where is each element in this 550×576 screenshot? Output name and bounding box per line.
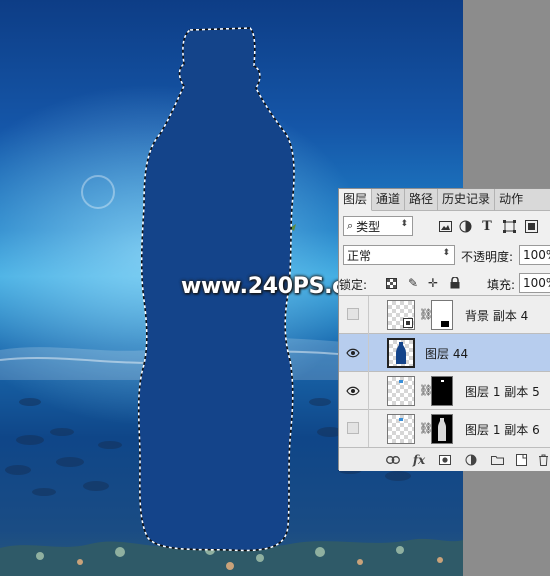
visibility-divider [368, 334, 369, 372]
thumbnail-detail [399, 380, 403, 383]
filter-kind-label: 类型 [356, 219, 381, 234]
chevron-updown-icon: ⬍ [442, 248, 450, 258]
opacity-input[interactable]: 100% [519, 245, 550, 265]
delete-icon[interactable] [535, 452, 550, 468]
group-icon[interactable] [489, 452, 505, 468]
layer-filter-row: ⌕ 类型 ⬍ T [339, 216, 550, 238]
eye-icon[interactable] [345, 383, 361, 399]
lock-position-icon[interactable]: ✛ [425, 275, 441, 291]
fx-icon[interactable]: fx [411, 452, 427, 468]
lock-label: 锁定: [339, 278, 368, 292]
visibility-divider [368, 296, 369, 334]
layer-mask-thumbnail[interactable] [431, 376, 453, 406]
tab-history[interactable]: 历史记录 [438, 189, 496, 211]
visibility-toggle-off[interactable] [347, 308, 359, 320]
layer-thumbnail[interactable] [387, 300, 415, 330]
layer-list: ⛓ 背景 副本 4 图层 44 ⛓ 图层 1 副本 5 ⛓ 图层 1 副本 6 [339, 295, 550, 448]
type-filter-icon[interactable]: T [479, 218, 495, 234]
layer-row-bg-copy-4[interactable]: ⛓ 背景 副本 4 [339, 296, 550, 334]
layer-mask-thumbnail[interactable] [431, 414, 453, 444]
shape-filter-icon[interactable] [501, 218, 517, 234]
chevron-updown-icon: ⬍ [400, 219, 408, 229]
layer-thumbnail[interactable] [387, 376, 415, 406]
lens-flare [81, 175, 115, 209]
smart-object-filter-icon[interactable] [523, 218, 539, 234]
layer-thumbnail[interactable] [387, 338, 415, 368]
layers-panel-footer: fx [339, 447, 550, 471]
layer-thumbnail[interactable] [387, 414, 415, 444]
filter-kind-select[interactable]: ⌕ 类型 ⬍ [343, 216, 413, 236]
panel-tabs: 图层 通道 路径 历史记录 动作 [339, 189, 550, 211]
mask-shape [441, 321, 449, 327]
mask-shape [441, 380, 444, 382]
opacity-label: 不透明度: [461, 250, 514, 264]
tab-channels[interactable]: 通道 [372, 189, 406, 211]
adjustment-layer-icon[interactable] [463, 452, 479, 468]
tab-layers[interactable]: 图层 [339, 189, 373, 211]
tab-actions[interactable]: 动作 [495, 189, 527, 211]
lock-image-pixels-icon[interactable]: ✎ [405, 275, 421, 291]
thumbnail-detail [399, 418, 403, 421]
lock-all-icon[interactable] [447, 275, 463, 291]
visibility-divider [368, 372, 369, 410]
blend-mode-select[interactable]: 正常 ⬍ [343, 245, 455, 265]
layers-panel: 图层 通道 路径 历史记录 动作 ⌕ 类型 ⬍ T 正常 ⬍ 不透明度: 100… [338, 188, 550, 471]
blend-mode-row: 正常 ⬍ 不透明度: 100% [339, 245, 550, 267]
eye-icon[interactable] [345, 345, 361, 361]
new-layer-icon[interactable] [513, 452, 529, 468]
image-filter-icon[interactable] [437, 218, 453, 234]
layer-row-layer-1-copy-6[interactable]: ⛓ 图层 1 副本 6 [339, 410, 550, 448]
layer-name[interactable]: 图层 1 副本 5 [465, 383, 540, 400]
bottle-thumbnail-icon [396, 342, 406, 364]
mask-bottle-shape [438, 418, 446, 441]
layer-row-layer-44[interactable]: 图层 44 [339, 334, 550, 372]
lock-row: 锁定: ✎ ✛ 填充: 100% [339, 273, 550, 294]
layer-mask-thumbnail[interactable] [431, 300, 453, 330]
add-mask-icon[interactable] [437, 452, 453, 468]
tab-paths[interactable]: 路径 [405, 189, 439, 211]
layer-name[interactable]: 图层 1 副本 6 [465, 421, 540, 438]
layer-row-layer-1-copy-5[interactable]: ⛓ 图层 1 副本 5 [339, 372, 550, 410]
layer-name[interactable]: 图层 44 [425, 345, 468, 362]
visibility-toggle-off[interactable] [347, 422, 359, 434]
lock-transparent-pixels-icon[interactable] [383, 275, 399, 291]
smart-object-badge-icon [403, 318, 413, 328]
layer-name[interactable]: 背景 副本 4 [465, 307, 528, 324]
search-icon: ⌕ [347, 219, 354, 232]
blend-mode-value: 正常 [347, 248, 372, 263]
link-layers-icon[interactable] [385, 452, 401, 468]
adjustment-filter-icon[interactable] [457, 218, 473, 234]
fill-label: 填充: [487, 278, 516, 292]
visibility-divider [368, 410, 369, 448]
fill-input[interactable]: 100% [519, 273, 550, 293]
